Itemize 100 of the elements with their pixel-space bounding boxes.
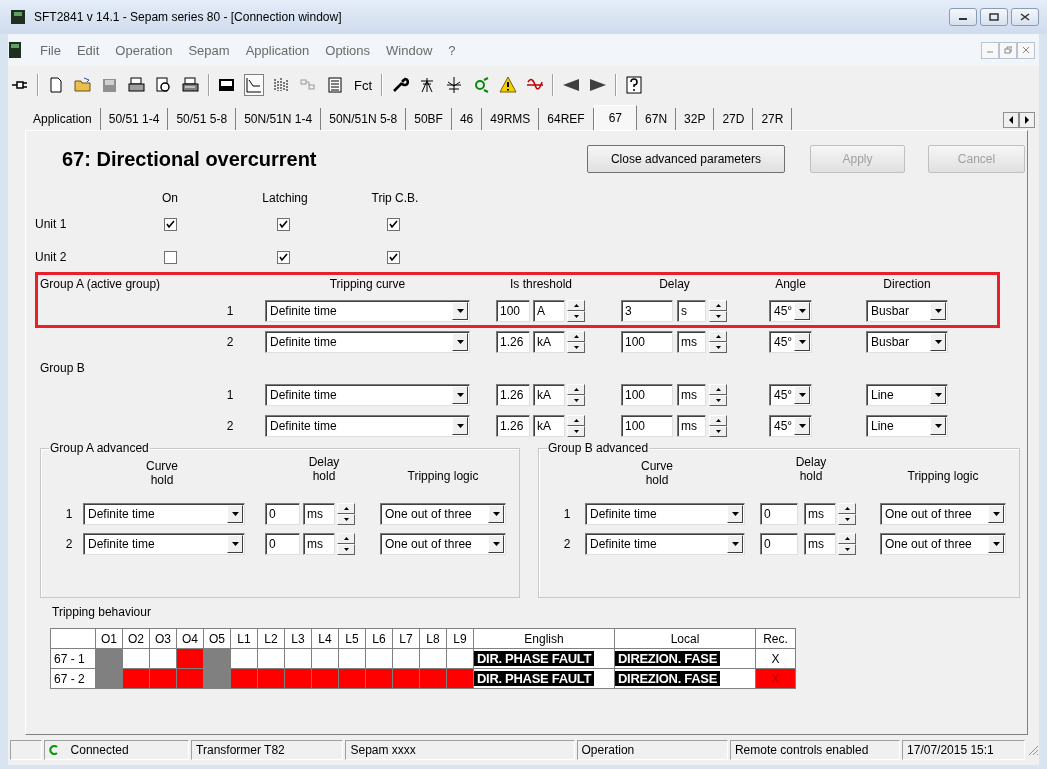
curve-dropdown[interactable]: Definite time	[265, 331, 470, 353]
dropdown-arrow-icon[interactable]	[934, 393, 942, 397]
down-arrow-icon[interactable]	[573, 430, 579, 433]
dropdown-arrow-icon[interactable]	[934, 340, 942, 344]
dropdown-arrow-icon[interactable]	[231, 512, 239, 516]
down-arrow-icon[interactable]	[844, 548, 850, 551]
curve-dropdown[interactable]: Definite time	[265, 300, 470, 322]
checkbox[interactable]	[277, 217, 290, 231]
dropdown-arrow-icon[interactable]	[492, 512, 500, 516]
tab[interactable]: 67	[593, 105, 638, 130]
dropdown-arrow-icon[interactable]	[934, 424, 942, 428]
menu-item[interactable]: ?	[440, 42, 464, 58]
spin-button[interactable]	[567, 300, 585, 322]
direction-dropdown[interactable]: Busbar	[866, 300, 948, 322]
menu-item[interactable]: Window	[378, 42, 441, 58]
curve-hold-dropdown[interactable]: Definite time	[585, 503, 745, 525]
up-arrow-icon[interactable]	[715, 335, 721, 338]
angle-dropdown[interactable]: 45°	[769, 300, 812, 322]
dropdown-arrow-icon[interactable]	[934, 309, 942, 313]
up-arrow-icon[interactable]	[573, 388, 579, 391]
unit-field[interactable]: kA	[533, 331, 565, 353]
dropdown-arrow-icon[interactable]	[798, 309, 806, 313]
up-arrow-icon[interactable]	[844, 507, 850, 510]
dropdown-arrow-icon[interactable]	[992, 512, 1000, 516]
dropdown-arrow-icon[interactable]	[731, 542, 739, 546]
dropdown-arrow-icon[interactable]	[456, 424, 464, 428]
up-arrow-icon[interactable]	[573, 419, 579, 422]
down-arrow-icon[interactable]	[715, 346, 721, 349]
minimize-button[interactable]	[949, 8, 977, 26]
menu-item[interactable]: Options	[317, 42, 379, 58]
spin-button[interactable]	[709, 415, 727, 437]
tripping-logic-dropdown[interactable]: One out of three	[380, 533, 506, 555]
direction-dropdown[interactable]: Busbar	[866, 331, 948, 353]
unit-field[interactable]: ms	[677, 415, 706, 437]
menu-item[interactable]: Operation	[107, 42, 181, 58]
dropdown-arrow-icon[interactable]	[798, 393, 806, 397]
unit-field[interactable]: ms	[804, 503, 836, 525]
dropdown-arrow-icon[interactable]	[456, 309, 464, 313]
dropdown-arrow-icon[interactable]	[798, 340, 806, 344]
down-arrow-icon[interactable]	[844, 518, 850, 521]
menu-item[interactable]: File	[32, 42, 69, 58]
direction-dropdown[interactable]: Line	[866, 415, 948, 437]
maximize-button[interactable]	[980, 8, 1008, 26]
unit-field[interactable]: ms	[804, 533, 836, 555]
delay-hold-field[interactable]: 0	[760, 503, 798, 525]
scroll-right-button[interactable]	[1019, 112, 1035, 128]
action-button[interactable]: Close advanced parameters	[587, 145, 785, 173]
spin-button[interactable]	[709, 331, 727, 353]
checkbox[interactable]	[164, 217, 177, 231]
warning-button[interactable]	[498, 74, 519, 96]
down-arrow-icon[interactable]	[573, 315, 579, 318]
help-button[interactable]	[624, 74, 645, 96]
threshold-field[interactable]: 1.26	[496, 384, 530, 406]
dropdown-arrow-icon[interactable]	[798, 424, 806, 428]
checkbox[interactable]	[387, 250, 400, 264]
up-arrow-icon[interactable]	[844, 537, 850, 540]
angle-dropdown[interactable]: 45°	[769, 331, 812, 353]
unit-field[interactable]: s	[677, 300, 706, 322]
dropdown-arrow-icon[interactable]	[731, 512, 739, 516]
up-arrow-icon[interactable]	[343, 537, 349, 540]
dropdown-arrow-icon[interactable]	[456, 340, 464, 344]
up-arrow-icon[interactable]	[715, 304, 721, 307]
down-arrow-icon[interactable]	[715, 399, 721, 402]
dropdown-arrow-icon[interactable]	[492, 542, 500, 546]
dropdown-arrow-icon[interactable]	[456, 393, 464, 397]
spin-button[interactable]	[337, 533, 355, 555]
threshold-field[interactable]: 1.26	[496, 415, 530, 437]
down-arrow-icon[interactable]	[343, 518, 349, 521]
delay-field[interactable]: 100	[621, 415, 673, 437]
up-arrow-icon[interactable]	[715, 419, 721, 422]
tripping-logic-dropdown[interactable]: One out of three	[880, 503, 1006, 525]
spin-button[interactable]	[567, 384, 585, 406]
unit-field[interactable]: ms	[677, 384, 706, 406]
curve-hold-dropdown[interactable]: Definite time	[83, 533, 245, 555]
checkbox[interactable]	[387, 217, 400, 231]
tripping-logic-dropdown[interactable]: One out of three	[380, 503, 506, 525]
down-arrow-icon[interactable]	[573, 399, 579, 402]
close-button[interactable]	[1011, 8, 1039, 26]
curve-dropdown[interactable]: Definite time	[265, 384, 470, 406]
delay-hold-field[interactable]: 0	[265, 533, 300, 555]
threshold-field[interactable]: 1.26	[496, 331, 530, 353]
menu-item[interactable]: Application	[237, 42, 318, 58]
angle-dropdown[interactable]: 45°	[769, 415, 812, 437]
tripping-logic-dropdown[interactable]: One out of three	[880, 533, 1006, 555]
down-arrow-icon[interactable]	[715, 315, 721, 318]
up-arrow-icon[interactable]	[715, 388, 721, 391]
spin-button[interactable]	[838, 503, 856, 525]
up-arrow-icon[interactable]	[573, 335, 579, 338]
curve-hold-dropdown[interactable]: Definite time	[585, 533, 745, 555]
checkbox[interactable]	[277, 250, 290, 264]
angle-dropdown[interactable]: 45°	[769, 384, 812, 406]
curve-dropdown[interactable]: Definite time	[265, 415, 470, 437]
dropdown-arrow-icon[interactable]	[231, 542, 239, 546]
function-button[interactable]: Fct	[352, 77, 375, 93]
spin-button[interactable]	[567, 331, 585, 353]
unit-field[interactable]: ms	[677, 331, 706, 353]
delay-field[interactable]: 100	[621, 331, 673, 353]
delay-hold-field[interactable]: 0	[760, 533, 798, 555]
chart-button[interactable]	[244, 74, 264, 96]
unit-field[interactable]: kA	[533, 415, 565, 437]
